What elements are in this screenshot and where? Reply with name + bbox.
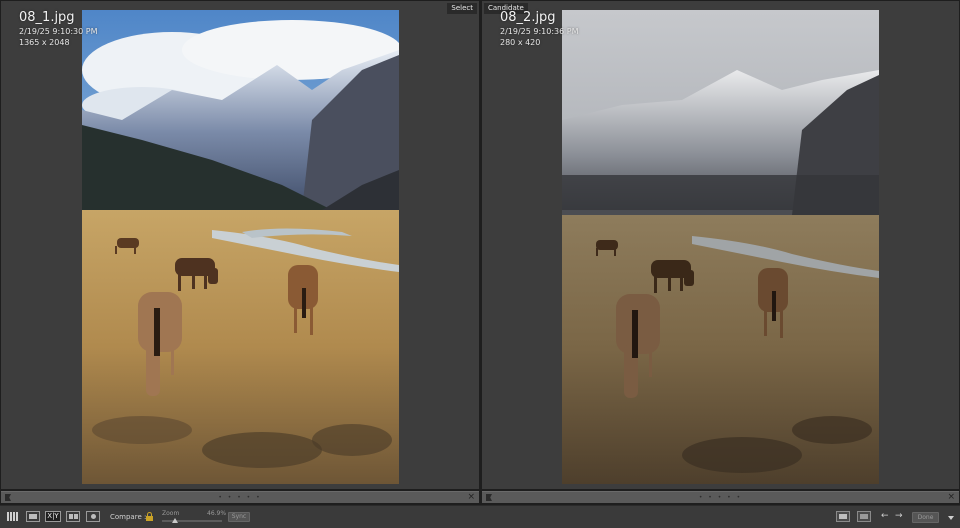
select-filename: 08_1.jpg	[19, 10, 75, 25]
select-pane[interactable]: Select 08_1.jpg 2/19/25 9:10:30 PM 1365 …	[1, 1, 479, 489]
survey-icon[interactable]	[66, 511, 80, 522]
sync-button[interactable]: Sync	[228, 512, 250, 522]
compare-icon[interactable]: X|Y	[45, 511, 61, 522]
next-arrow-icon[interactable]: →	[895, 511, 903, 522]
select-pane-bar: • • • • • ×	[1, 491, 479, 503]
candidate-info-overlay: 08_2.jpg 2/19/25 9:10:36 PM 280 x 420	[500, 10, 579, 48]
chevron-down-icon[interactable]	[948, 516, 954, 520]
zoom-label: Zoom	[162, 510, 180, 517]
swap-icon[interactable]	[836, 511, 850, 522]
candidate-dimensions: 280 x 420	[500, 38, 541, 47]
select-photo[interactable]	[82, 10, 399, 484]
rating-dots[interactable]: • • • • •	[218, 495, 261, 501]
previous-arrow-icon[interactable]: ←	[881, 511, 889, 522]
rating-dots[interactable]: • • • • •	[699, 495, 742, 501]
candidate-filename: 08_2.jpg	[500, 10, 556, 25]
zoom-slider-thumb[interactable]	[172, 518, 179, 523]
close-icon[interactable]: ×	[947, 492, 955, 503]
candidate-photo[interactable]	[562, 10, 879, 484]
zoom-value: 46.9%	[207, 510, 227, 517]
candidate-photo-image	[562, 10, 879, 484]
close-icon[interactable]: ×	[467, 492, 475, 503]
bottom-toolbar: X|Y Compare : Zoom 46.9% Sync ← → Done	[0, 505, 960, 528]
compare-label: Compare :	[110, 513, 147, 521]
candidate-datetime: 2/19/25 9:10:36 PM	[500, 27, 579, 36]
flag-icon[interactable]	[486, 494, 492, 501]
grid-icon[interactable]	[6, 511, 20, 522]
compare-view: Select 08_1.jpg 2/19/25 9:10:30 PM 1365 …	[0, 0, 960, 528]
make-select-icon[interactable]	[857, 511, 871, 522]
lock-icon[interactable]	[146, 512, 153, 521]
zoom-slider[interactable]	[162, 518, 222, 523]
candidate-pane[interactable]: Candidate 08_2.jpg 2/19/25 9:10:36 PM 28…	[482, 1, 959, 489]
select-dimensions: 1365 x 2048	[19, 38, 70, 47]
done-button[interactable]: Done	[912, 512, 939, 523]
select-datetime: 2/19/25 9:10:30 PM	[19, 27, 98, 36]
loupe-icon[interactable]	[26, 511, 40, 522]
candidate-pane-bar: • • • • • ×	[482, 491, 959, 503]
flag-icon[interactable]	[5, 494, 11, 501]
select-info-overlay: 08_1.jpg 2/19/25 9:10:30 PM 1365 x 2048	[19, 10, 98, 48]
select-photo-image	[82, 10, 399, 484]
people-icon[interactable]	[86, 511, 100, 522]
select-tag: Select	[447, 3, 477, 14]
